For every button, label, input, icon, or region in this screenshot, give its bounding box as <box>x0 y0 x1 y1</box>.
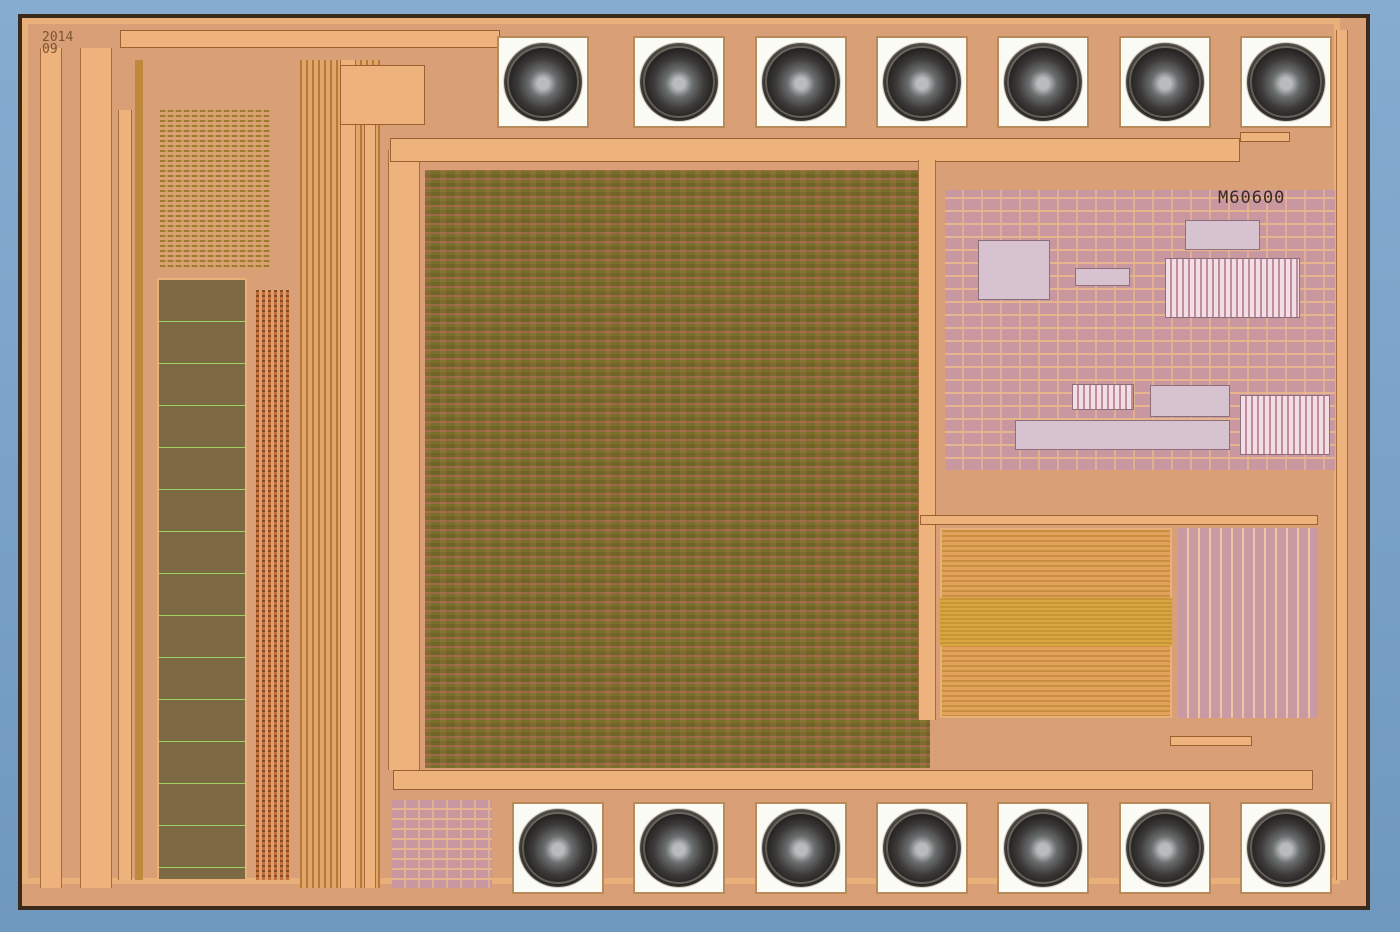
bond-pad-top-4 <box>876 36 968 128</box>
memory-column <box>157 278 247 881</box>
bond-pad-top-7 <box>1240 36 1332 128</box>
standard-cell-logic <box>425 170 930 768</box>
wire-bond-ball <box>883 809 961 887</box>
decoder-array <box>160 110 270 270</box>
bond-pad-top-2 <box>633 36 725 128</box>
bond-pad-bottom-6 <box>1119 802 1211 894</box>
top-right-stub <box>1240 132 1290 142</box>
bond-pad-bottom-1 <box>512 802 604 894</box>
analog-block <box>978 240 1050 300</box>
wire-bond-ball <box>1004 43 1082 121</box>
wire-bond-ball <box>762 43 840 121</box>
left-ground-rail <box>80 48 112 888</box>
wire-bond-ball <box>519 809 597 887</box>
bottom-left-analog <box>392 800 492 888</box>
transistor-array <box>1072 384 1134 410</box>
wire-bond-ball <box>1126 43 1204 121</box>
top-corner-block <box>340 65 425 125</box>
bond-pad-bottom-2 <box>633 802 725 894</box>
analog-block <box>1075 268 1130 286</box>
top-core-rail <box>390 138 1240 162</box>
wire-bond-ball <box>504 43 582 121</box>
bond-pad-bottom-7 <box>1240 802 1332 894</box>
bottom-core-rail <box>393 770 1313 790</box>
vertical-bus-inner <box>364 80 376 888</box>
contact-array <box>256 290 290 880</box>
bond-pad-bottom-4 <box>876 802 968 894</box>
wire-bond-ball <box>762 809 840 887</box>
wire-bond-ball <box>1247 809 1325 887</box>
left-inner-rail <box>118 110 132 880</box>
bond-pad-top-1 <box>497 36 589 128</box>
bond-pad-bottom-5 <box>997 802 1089 894</box>
vertical-bus-wide <box>340 60 356 888</box>
analog-block <box>1150 385 1230 417</box>
bond-pad-top-3 <box>755 36 847 128</box>
top-left-rail <box>120 30 500 48</box>
date-code: 2014 09 <box>42 30 74 57</box>
analog-block <box>1185 220 1260 250</box>
analog-block <box>1015 420 1230 450</box>
rom-sense-band <box>940 598 1172 646</box>
bond-pad-top-5 <box>997 36 1089 128</box>
transistor-array <box>1240 395 1330 455</box>
wire-bond-ball <box>883 43 961 121</box>
wire-bond-ball <box>640 809 718 887</box>
wire-bond-ball <box>1247 43 1325 121</box>
wire-bond-ball <box>640 43 718 121</box>
transistor-array <box>1165 258 1300 318</box>
left-signal-bus <box>135 60 143 880</box>
wire-bond-ball <box>1126 809 1204 887</box>
core-right-rail <box>918 160 936 720</box>
rom-top-rail <box>920 515 1318 525</box>
rom-bottom-stub <box>1170 736 1252 746</box>
core-left-rail <box>388 150 420 770</box>
bond-pad-bottom-3 <box>755 802 847 894</box>
rom-periphery <box>1178 528 1318 718</box>
right-power-rail <box>1336 30 1348 880</box>
wire-bond-ball <box>1004 809 1082 887</box>
bond-pad-top-6 <box>1119 36 1211 128</box>
die-marking: M60600 <box>1218 188 1286 208</box>
left-power-rail <box>40 48 62 888</box>
